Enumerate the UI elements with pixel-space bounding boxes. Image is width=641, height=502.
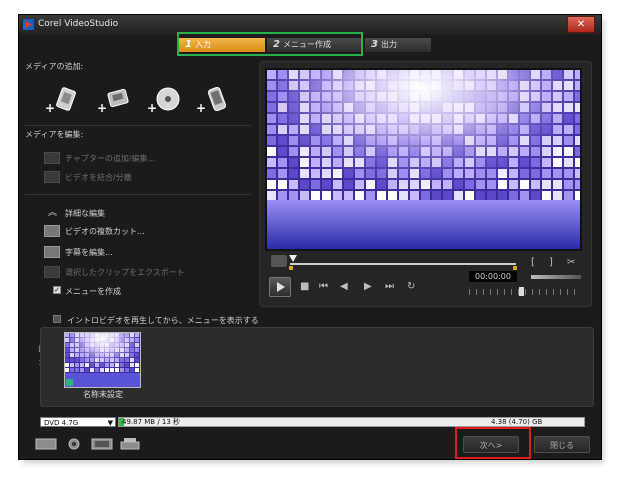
capacity-used-text: 49.87 MB / 13 秒 bbox=[122, 418, 181, 426]
intro-video-checkbox[interactable] bbox=[53, 315, 61, 323]
chevron-down-icon: ▼ bbox=[107, 419, 113, 427]
settings-gear-icon[interactable] bbox=[63, 437, 85, 451]
go-end-button[interactable]: ⏭ bbox=[385, 281, 394, 293]
disc-capacity-bar: 49.87 MB / 13 秒 4.38 (4.70) GB bbox=[118, 417, 585, 427]
subtitle-edit-link[interactable]: 字幕を編集... bbox=[65, 247, 113, 258]
mark-in-button[interactable]: [ bbox=[531, 257, 535, 269]
timecode-display[interactable]: 00:00:00 bbox=[469, 271, 517, 282]
playback-scrubber[interactable] bbox=[290, 263, 516, 265]
step-number: 3 bbox=[371, 39, 378, 50]
add-mobile-device-icon[interactable]: + bbox=[196, 85, 232, 115]
export-clip-link[interactable]: 選択したクリップをエクスポート bbox=[65, 267, 185, 278]
repeat-icon[interactable]: ↻ bbox=[407, 281, 415, 293]
subtitle-icon bbox=[44, 246, 60, 258]
trim-start-marker[interactable] bbox=[289, 266, 293, 270]
highlight-box-next-button bbox=[455, 427, 531, 459]
window-title: Corel VideoStudio bbox=[38, 19, 119, 29]
intro-video-label: イントロビデオを再生してから、メニューを表示する bbox=[67, 316, 259, 325]
export-clip-icon bbox=[44, 266, 60, 278]
capacity-total-text: 4.38 (4.70) GB bbox=[491, 418, 543, 426]
close-button[interactable]: 閉じる bbox=[534, 436, 590, 453]
scrubber-handle[interactable] bbox=[289, 255, 297, 262]
combine-video-link[interactable]: ビデオを結合/分離 bbox=[65, 172, 132, 183]
app-window: Corel VideoStudio ✕ 1 入力 2 メニュー作成 3 出力 メディア… bbox=[18, 14, 602, 460]
trim-end-marker[interactable] bbox=[513, 266, 517, 270]
divider bbox=[25, 194, 251, 195]
create-menu-checkbox[interactable]: ✓ bbox=[53, 286, 61, 294]
media-edit-heading: メディアを編集: bbox=[25, 130, 84, 139]
multi-cut-icon bbox=[44, 225, 60, 237]
video-preview bbox=[265, 68, 582, 251]
add-vr-icon[interactable]: + bbox=[97, 85, 133, 115]
play-button[interactable] bbox=[269, 277, 291, 297]
go-start-button[interactable]: ⏮ bbox=[319, 281, 328, 293]
create-menu-label: メニューを作成 bbox=[65, 287, 121, 296]
print-icon[interactable] bbox=[119, 437, 141, 451]
split-screen-icon[interactable] bbox=[271, 255, 287, 267]
disc-type-value: DVD 4.7G bbox=[44, 419, 79, 427]
highlight-box-step-tabs bbox=[177, 32, 363, 56]
aspect-ratio-icon[interactable] bbox=[91, 437, 113, 451]
combine-icon bbox=[44, 171, 60, 183]
clip-thumbnail[interactable] bbox=[64, 332, 141, 388]
clip-tray: 名称未設定 bbox=[40, 327, 594, 407]
clip-caption: 名称未設定 bbox=[83, 390, 123, 399]
project-settings-icon[interactable] bbox=[35, 437, 57, 451]
prev-frame-button[interactable]: ◀ bbox=[340, 281, 348, 293]
advanced-edit-toggle[interactable]: 詳細な編集 bbox=[65, 208, 105, 219]
chapter-icon bbox=[44, 152, 60, 164]
divider bbox=[25, 125, 251, 126]
disc-type-select[interactable]: DVD 4.7G ▼ bbox=[40, 417, 116, 427]
corel-app-icon bbox=[23, 19, 34, 30]
step-label: 出力 bbox=[380, 40, 397, 49]
media-add-heading: メディアの追加: bbox=[25, 62, 84, 71]
preview-image bbox=[267, 70, 580, 249]
multi-cut-link[interactable]: ビデオの複数カット... bbox=[65, 226, 145, 237]
next-frame-button[interactable]: ▶ bbox=[364, 281, 372, 293]
mark-out-button[interactable]: ] bbox=[549, 257, 553, 269]
add-video-file-icon[interactable]: + bbox=[45, 85, 81, 115]
add-disc-icon[interactable]: + bbox=[147, 85, 183, 115]
video-clip-badge-icon bbox=[66, 379, 73, 386]
cut-icon[interactable]: ✂ bbox=[567, 257, 575, 269]
window-close-button[interactable]: ✕ bbox=[567, 16, 595, 33]
stop-button[interactable]: ■ bbox=[300, 281, 309, 293]
jog-handle[interactable] bbox=[519, 287, 524, 296]
chevron-up-icon[interactable]: ︽ bbox=[48, 205, 57, 218]
add-chapter-link[interactable]: チャプターの追加/編集... bbox=[65, 153, 155, 164]
step-tab-output[interactable]: 3 出力 bbox=[365, 38, 431, 52]
volume-slider[interactable] bbox=[531, 275, 581, 279]
